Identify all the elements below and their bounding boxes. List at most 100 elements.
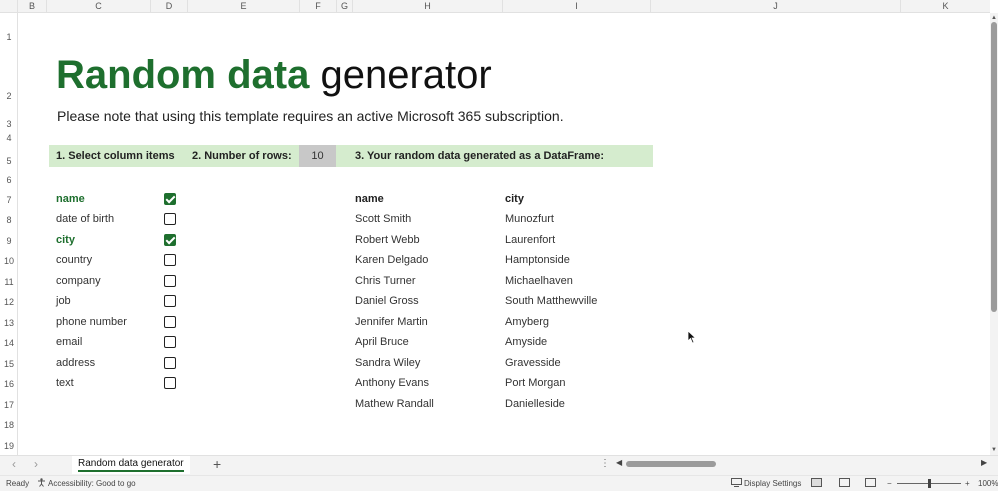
row-header[interactable]: 14: [0, 338, 18, 348]
item-checkbox[interactable]: [164, 254, 176, 266]
item-label: country: [56, 254, 93, 266]
item-label: email: [56, 336, 83, 348]
item-checkbox[interactable]: [164, 234, 176, 246]
zoom-out-button[interactable]: −: [887, 479, 892, 488]
row-header[interactable]: 2: [0, 91, 18, 101]
page-layout-view-icon[interactable]: [839, 478, 850, 487]
item-label: date of birth: [56, 213, 115, 225]
row-header[interactable]: 19: [0, 441, 18, 451]
title-rest-part: generator: [320, 53, 492, 97]
normal-view-icon[interactable]: [811, 478, 822, 487]
row-header[interactable]: 6: [0, 175, 18, 185]
step3-label: 3. Your random data generated as a DataF…: [355, 150, 605, 162]
row-header[interactable]: 5: [0, 156, 18, 166]
item-label: name: [56, 193, 85, 205]
dataframe-cell-name: Robert Webb: [355, 234, 420, 246]
column-header[interactable]: H: [353, 0, 503, 13]
add-sheet-button[interactable]: +: [213, 456, 221, 472]
excel-window: B C D E F G H I J K 1 2 3 4 5 6 7 8 9 10…: [0, 0, 998, 491]
column-header[interactable]: B: [18, 0, 47, 13]
row-header[interactable]: 15: [0, 359, 18, 369]
dataframe-cell-name: Scott Smith: [355, 213, 412, 225]
page-title: Random data generator: [56, 50, 492, 100]
zoom-slider-thumb[interactable]: [928, 479, 931, 488]
row-header[interactable]: 12: [0, 297, 18, 307]
scroll-left-arrow-icon[interactable]: ◀: [616, 458, 622, 467]
select-all-corner[interactable]: [0, 0, 18, 13]
item-label: phone number: [56, 316, 127, 328]
dataframe-cell-name: Daniel Gross: [355, 295, 419, 307]
row-header[interactable]: 1: [0, 32, 18, 42]
column-header[interactable]: G: [337, 0, 353, 13]
item-label: text: [56, 377, 74, 389]
row-header[interactable]: 8: [0, 215, 18, 225]
dataframe-cell-name: Mathew Randall: [355, 398, 434, 410]
row-header[interactable]: 18: [0, 420, 18, 430]
rows-count-input[interactable]: 10: [299, 145, 336, 167]
step1-label: 1. Select column items: [56, 150, 175, 162]
column-header[interactable]: E: [188, 0, 300, 13]
row-header[interactable]: 17: [0, 400, 18, 410]
zoom-level[interactable]: 100%: [978, 479, 998, 488]
dataframe-cell-city: Amyberg: [505, 316, 550, 328]
dataframe-cell-name: Sandra Wiley: [355, 357, 421, 369]
display-settings-button[interactable]: Display Settings: [744, 479, 801, 488]
row-header[interactable]: 4: [0, 133, 18, 143]
row-header[interactable]: 3: [0, 119, 18, 129]
scroll-up-arrow-icon[interactable]: ▲: [991, 14, 997, 22]
accessibility-icon: [38, 478, 45, 487]
item-label: city: [56, 234, 75, 246]
item-checkbox[interactable]: [164, 213, 176, 225]
row-header[interactable]: 16: [0, 379, 18, 389]
item-checkbox[interactable]: [164, 336, 176, 348]
item-checkbox[interactable]: [164, 316, 176, 328]
more-options-icon[interactable]: ⋮: [600, 458, 610, 469]
dataframe-cell-city: South Matthewville: [505, 295, 598, 307]
display-settings-icon: [731, 478, 742, 487]
vertical-scroll-thumb[interactable]: [991, 22, 997, 312]
row-header[interactable]: 13: [0, 318, 18, 328]
column-header[interactable]: K: [901, 0, 990, 13]
item-checkbox[interactable]: [164, 275, 176, 287]
item-label: company: [56, 275, 101, 287]
page-break-view-icon[interactable]: [865, 478, 876, 487]
column-header[interactable]: C: [47, 0, 151, 13]
dataframe-cell-city: Michaelhaven: [505, 275, 573, 287]
accessibility-status[interactable]: Accessibility: Good to go: [48, 479, 136, 488]
dataframe-cell-city: Hamptonside: [505, 254, 570, 266]
column-header[interactable]: D: [151, 0, 188, 13]
item-label: job: [56, 295, 71, 307]
dataframe-cell-name: Chris Turner: [355, 275, 416, 287]
dataframe-header-city: city: [505, 193, 524, 205]
column-header[interactable]: I: [503, 0, 651, 13]
scroll-down-arrow-icon[interactable]: ▼: [991, 446, 997, 454]
row-header-bar: 1 2 3 4 5 6 7 8 9 10 11 12 13 14 15 16 1…: [0, 13, 18, 455]
sheet-tab-label: Random data generator: [78, 458, 184, 472]
column-header-bar: B C D E F G H I J K: [0, 0, 990, 13]
step2-label: 2. Number of rows:: [192, 150, 292, 162]
zoom-in-button[interactable]: +: [965, 479, 970, 488]
row-header[interactable]: 10: [0, 256, 18, 266]
dataframe-cell-city: Munozfurt: [505, 213, 554, 225]
dataframe-cell-city: Port Morgan: [505, 377, 566, 389]
scroll-right-arrow-icon[interactable]: ▶: [981, 458, 987, 467]
dataframe-cell-city: Laurenfort: [505, 234, 556, 246]
prev-sheet-arrow-icon[interactable]: ‹: [12, 457, 16, 471]
dataframe-header-name: name: [355, 193, 384, 205]
next-sheet-arrow-icon[interactable]: ›: [34, 457, 38, 471]
item-label: address: [56, 357, 96, 369]
row-header[interactable]: 11: [0, 277, 18, 287]
horizontal-scroll-thumb[interactable]: [626, 461, 716, 467]
item-checkbox[interactable]: [164, 295, 176, 307]
dataframe-cell-city: Amyside: [505, 336, 548, 348]
item-checkbox[interactable]: [164, 193, 176, 205]
row-header[interactable]: 9: [0, 236, 18, 246]
item-checkbox[interactable]: [164, 377, 176, 389]
row-header[interactable]: 7: [0, 195, 18, 205]
column-header[interactable]: J: [651, 0, 901, 13]
mouse-cursor-icon: [687, 330, 697, 344]
dataframe-cell-name: Anthony Evans: [355, 377, 429, 389]
item-checkbox[interactable]: [164, 357, 176, 369]
column-header[interactable]: F: [300, 0, 337, 13]
sheet-tab-random-data-generator[interactable]: Random data generator: [72, 456, 190, 474]
